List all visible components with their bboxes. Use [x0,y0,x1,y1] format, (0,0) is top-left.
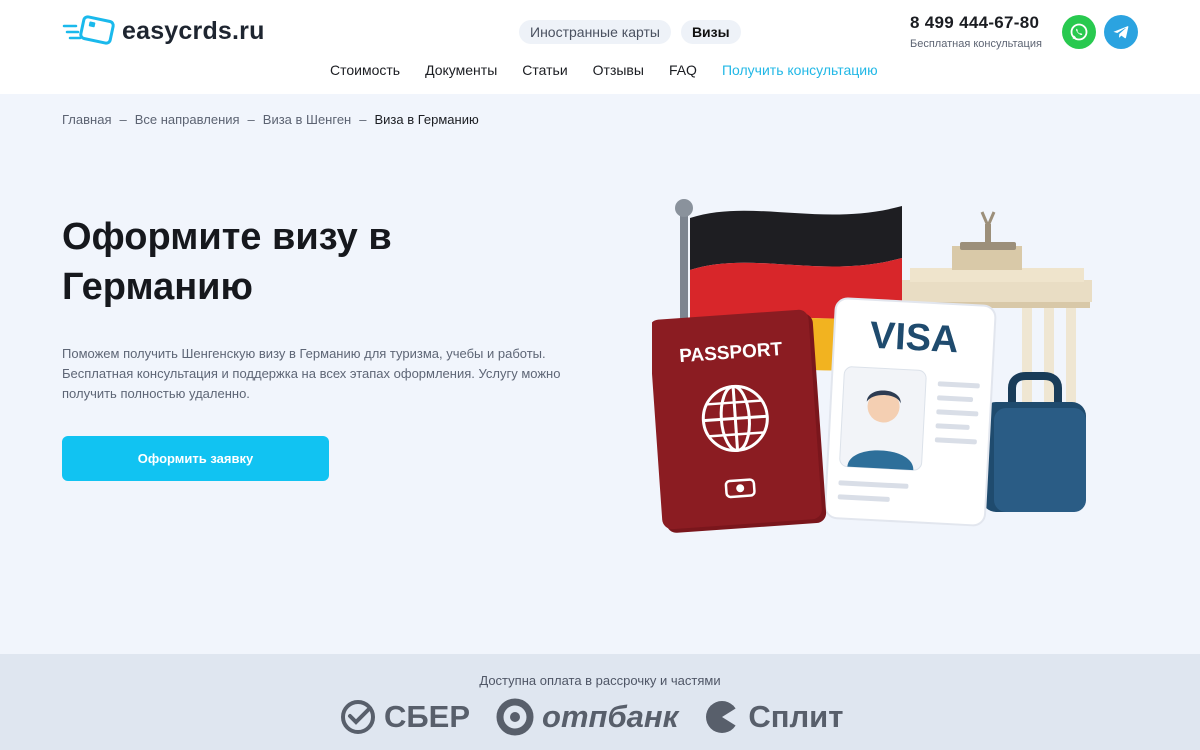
split-label: Сплит [748,699,844,734]
nav-item-faq[interactable]: FAQ [669,62,697,78]
product-tabs: Иностранные карты Визы [519,20,741,44]
visa-label: VISA [869,315,960,362]
brand-name: easycrds.ru [122,16,265,45]
breadcrumb-current: Виза в Германию [374,112,479,127]
breadcrumb-schengen[interactable]: Виза в Шенген [263,112,351,127]
otpbank-logo: отпбанк [496,698,678,736]
breadcrumb-separator: – [247,112,255,127]
apply-button[interactable]: Оформить заявку [62,436,329,481]
tab-visas[interactable]: Визы [680,20,741,44]
telegram-button[interactable] [1104,15,1138,49]
contact-block: 8 499 444-67-80 Бесплатная консультация [910,13,1042,50]
page-title: Оформите визу в Германию [62,216,392,308]
payment-providers: СБЕР отпбанк Сплит [340,698,843,736]
breadcrumb: Главная – Все направления – Виза в Шенге… [62,112,479,127]
main-nav: Стоимость Документы Статьи Отзывы FAQ По… [330,62,878,78]
split-logo: Сплит [704,699,843,735]
nav-item-pricing[interactable]: Стоимость [330,62,400,78]
phone-number[interactable]: 8 499 444-67-80 [910,13,1042,33]
breadcrumb-separator: – [119,112,127,127]
visa-document-icon: VISA [824,297,997,527]
breadcrumb-all-destinations[interactable]: Все направления [135,112,240,127]
nav-item-articles[interactable]: Статьи [522,62,567,78]
whatsapp-icon [1070,23,1088,41]
otpbank-label: отпбанк [542,699,679,734]
site-logo[interactable]: easycrds.ru [62,14,265,48]
hero-section: Главная – Все направления – Виза в Шенге… [0,94,1200,654]
payment-title: Доступна оплата в рассрочку и частями [479,673,721,688]
installment-payment-section: Доступна оплата в рассрочку и частями СБ… [0,654,1200,750]
breadcrumb-home[interactable]: Главная [62,112,111,127]
whatsapp-button[interactable] [1062,15,1096,49]
tab-foreign-cards[interactable]: Иностранные карты [519,20,671,44]
site-header: easycrds.ru Иностранные карты Визы 8 499… [0,0,1200,94]
hero-description: Поможем получить Шенгенскую визу в Герма… [62,346,561,401]
sber-label: СБЕР [384,699,471,734]
passport-icon: PASSPORT [652,309,827,533]
breadcrumb-separator: – [359,112,367,127]
split-icon [706,701,739,733]
card-logo-icon [62,15,115,45]
otpbank-icon [496,698,534,736]
sber-icon [341,700,375,734]
nav-item-consultation[interactable]: Получить консультацию [722,62,878,78]
sber-logo: СБЕР [340,699,470,735]
telegram-icon [1113,26,1129,39]
germany-visa-illustration: VISA PASSPORT [652,199,1092,533]
phone-caption: Бесплатная консультация [910,38,1042,50]
nav-item-documents[interactable]: Документы [425,62,497,78]
nav-item-reviews[interactable]: Отзывы [593,62,644,78]
